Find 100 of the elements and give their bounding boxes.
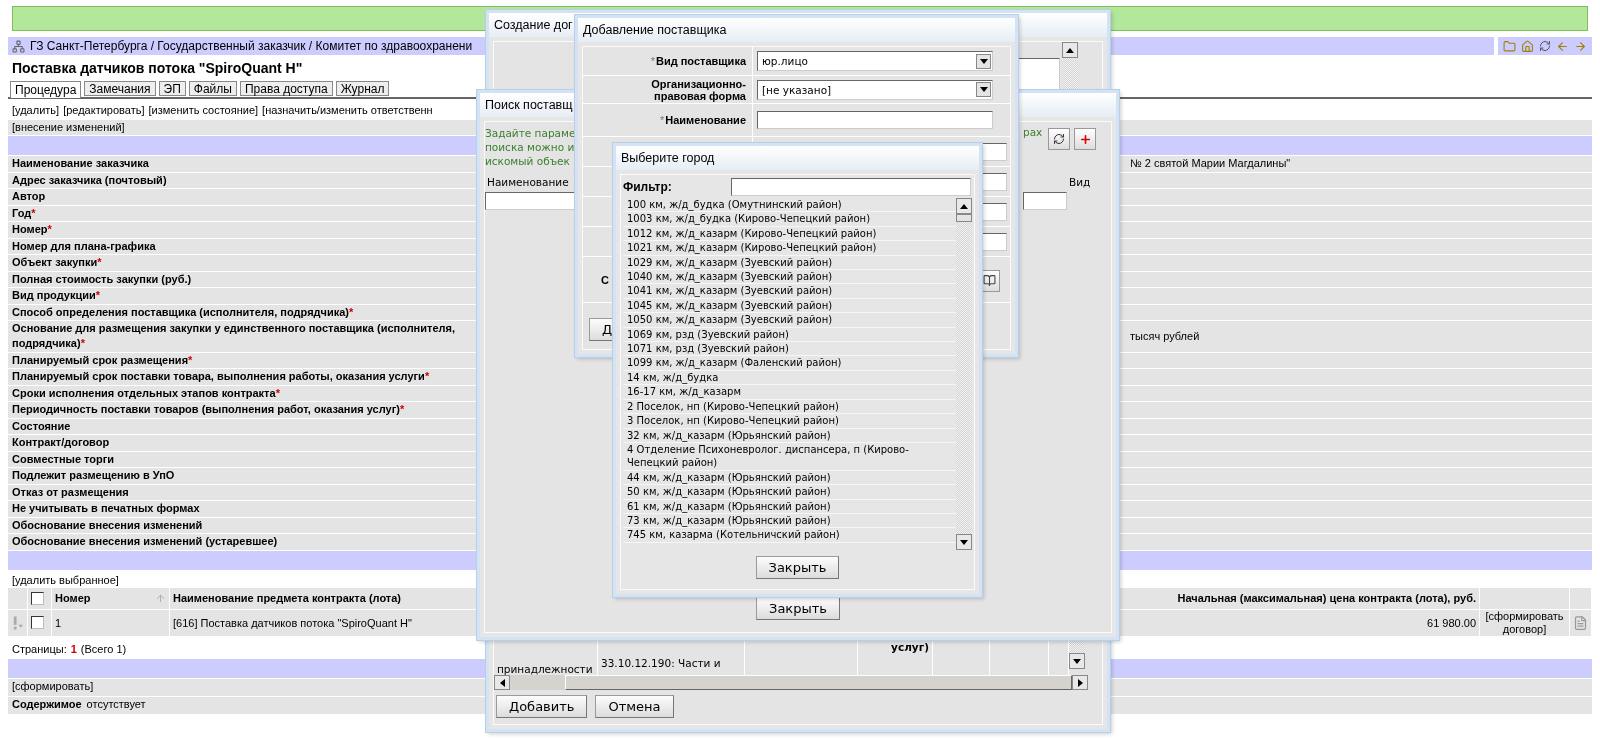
field-label: Номер* <box>11 222 53 238</box>
action-link[interactable]: [изменить состояние] <box>148 104 259 117</box>
city-item[interactable]: 1041 км, ж/д_казарм (Зуевский район) <box>623 284 956 299</box>
table-cell: 61 980.00 <box>1427 616 1476 629</box>
city-item[interactable]: 1012 км, ж/д_казарм (Кирово-Чепецкий район) <box>623 226 956 242</box>
tab[interactable]: Права доступа <box>239 81 333 96</box>
city-item[interactable]: 73 км, ж/д_казарм (Юрьянский район) <box>623 513 956 529</box>
search-field[interactable] <box>485 192 575 210</box>
field-label: Номер для плана-графика <box>11 238 157 254</box>
city-item[interactable]: 100 км, ж/д_будка (Омутнинский район) <box>623 198 956 213</box>
city-item[interactable]: 1071 км, рзд (Зуевский район) <box>623 342 956 357</box>
dialog-button[interactable]: Добавить <box>496 695 588 718</box>
field-value: отсутствует <box>86 697 146 712</box>
close-button[interactable]: Закрыть <box>755 556 840 579</box>
field-label: Планируемый срок поставки товара, выполнения работы, оказания услуги* <box>11 369 431 385</box>
city-item[interactable]: 745 км, казарма (Котельничский район) <box>623 528 956 543</box>
scroll-up-button[interactable] <box>956 198 972 214</box>
field-label: Наименование заказчика <box>11 156 150 172</box>
scroll-right-button[interactable] <box>1072 675 1088 690</box>
checkbox[interactable] <box>31 591 44 605</box>
city-item[interactable]: 3 Поселок, нп (Кирово-Чепецкий район) <box>623 414 956 429</box>
checkbox[interactable] <box>31 616 44 629</box>
refresh-icon[interactable] <box>1539 40 1551 52</box>
column-header: Наименование <box>486 175 570 190</box>
triangle-up-icon <box>1066 47 1074 53</box>
field-label: С <box>601 273 609 286</box>
city-item[interactable]: 2 Поселок, нп (Кирово-Чепецкий район) <box>623 399 956 415</box>
field-label: Основание для размещения закупки у единственного поставщика (исполнителя, подрядчика)* <box>11 321 456 352</box>
city-item[interactable]: 16-17 км, ж/д_казарм <box>623 385 956 400</box>
action-link[interactable]: [сформировать договор] <box>1483 609 1566 636</box>
filter-field[interactable] <box>731 178 971 196</box>
field-label: Контракт/договор <box>11 435 111 451</box>
field-value: тысяч рублей <box>1129 329 1200 342</box>
column-header: Вид <box>1068 175 1092 190</box>
city-item[interactable]: 50 км, ж/д_казарм (Юрьянский район) <box>623 485 956 500</box>
action-link[interactable]: [внесение изменений] <box>12 121 125 134</box>
add-button[interactable] <box>1074 128 1097 150</box>
city-item[interactable]: 14 км, ж/д_будка <box>623 370 956 386</box>
required-mark: * <box>650 55 655 67</box>
scroll-down-button[interactable] <box>956 534 972 550</box>
column-header[interactable]: Номер <box>55 592 91 604</box>
field-label: Адрес заказчика (почтовый) <box>11 172 168 188</box>
field-label: Вид поставщика <box>656 55 746 67</box>
scroll-up-button[interactable] <box>1062 42 1078 58</box>
city-item[interactable]: 1045 км, ж/д_казарм (Зуевский район) <box>623 298 956 314</box>
dialog-title: Добавление поставщика <box>578 18 1015 42</box>
search-field[interactable] <box>1023 192 1067 210</box>
dropdown-field[interactable]: юр.лицо <box>757 51 993 71</box>
close-button[interactable]: Закрыть <box>756 597 840 620</box>
column-header: Наименование предмета контракта (лота) <box>173 592 402 604</box>
city-item[interactable]: 44 км, ж/д_казарм (Юрьянский район) <box>623 470 956 486</box>
city-item[interactable]: 61 км, ж/д_казарм (Юрьянский район) <box>623 499 956 514</box>
triangle-right-icon <box>1077 678 1083 687</box>
hint-text: Задайте параме поиска можно и искомый объек <box>485 126 577 168</box>
action-link[interactable]: [удалить выбранное] <box>12 573 119 586</box>
dropdown-field[interactable]: [не указано] <box>757 79 993 100</box>
action-link[interactable]: [назначить/изменить ответственн <box>262 104 433 117</box>
field-label: Автор <box>11 189 47 205</box>
city-item[interactable]: 1099 км, ж/д_казарм (Фаленский район) <box>623 356 956 371</box>
triangle-left-icon <box>499 678 505 687</box>
breadcrumb-text[interactable]: ГЗ Санкт-Петербурга / Государственный заказчик / Комитет по здравоохранени <box>30 39 473 53</box>
tab[interactable]: Замечания <box>84 81 156 96</box>
dialog-button[interactable]: Отмена <box>595 695 674 718</box>
page-link[interactable]: 1 <box>70 642 77 657</box>
filter-label: Фильтр: <box>623 180 673 194</box>
action-link[interactable]: [удалить] <box>12 104 60 117</box>
city-item[interactable]: 1021 км, ж/д_казарм (Кирово-Чепецкий район) <box>623 241 956 256</box>
field-label: Не учитывать в печатных формах <box>11 501 201 517</box>
city-item[interactable]: 1069 км, рзд (Зуевский район) <box>623 327 956 343</box>
city-item[interactable]: 32 км, ж/д_казарм (Юрьянский район) <box>623 428 956 443</box>
scroll-left-button[interactable] <box>494 675 510 690</box>
tab[interactable]: Журнал <box>335 81 390 96</box>
field-label: Отказ от размещения <box>11 484 130 500</box>
scrollbar-thumb[interactable] <box>956 214 972 222</box>
scroll-down-button[interactable] <box>1069 653 1085 669</box>
input-field[interactable] <box>757 111 993 129</box>
tab[interactable]: Файлы <box>188 81 237 96</box>
city-item[interactable]: 1003 км, ж/д_будка (Кирово-Чепецкий район) <box>623 212 956 227</box>
hint-text: рах <box>1023 126 1043 138</box>
action-link[interactable]: [сформировать] <box>12 679 94 695</box>
tab[interactable]: Процедура <box>10 81 82 98</box>
field-label: Год* <box>11 205 37 221</box>
field-label: Сроки исполнения отдельных этапов контракта* <box>11 385 281 401</box>
city-item[interactable]: 1029 км, ж/д_казарм (Зуевский район) <box>623 255 956 271</box>
city-item[interactable]: 4 Отделение Психоневролог. диспансера, п (Кирово-Чепецкий район) <box>623 442 956 471</box>
table-cell: [616] Поставка датчиков потока "SpiroQuant H" <box>173 616 412 629</box>
refresh-button[interactable] <box>1048 128 1071 150</box>
plus-icon <box>1078 132 1092 146</box>
field-label: Обоснование внесения изменений <box>11 517 204 533</box>
field-label: Объект закупки* <box>11 255 103 271</box>
city-item[interactable]: 1040 км, ж/д_казарм (Зуевский район) <box>623 270 956 285</box>
triangle-up-icon <box>960 203 968 209</box>
tab[interactable]: ЭП <box>158 81 186 96</box>
table-cell: 33.10.12.190: Части и <box>601 657 721 669</box>
book-icon <box>982 274 996 287</box>
action-link[interactable]: [редактировать] <box>63 104 145 117</box>
field-value: № 2 святой Марии Магдалины" <box>1129 157 1291 170</box>
column-header: Начальная (максимальная) цена контракта (лота), руб. <box>1177 592 1476 604</box>
field-label: Обоснование внесения изменений (устаревшее) <box>11 534 279 550</box>
city-item[interactable]: 1050 км, ж/д_казарм (Зуевский район) <box>623 313 956 328</box>
